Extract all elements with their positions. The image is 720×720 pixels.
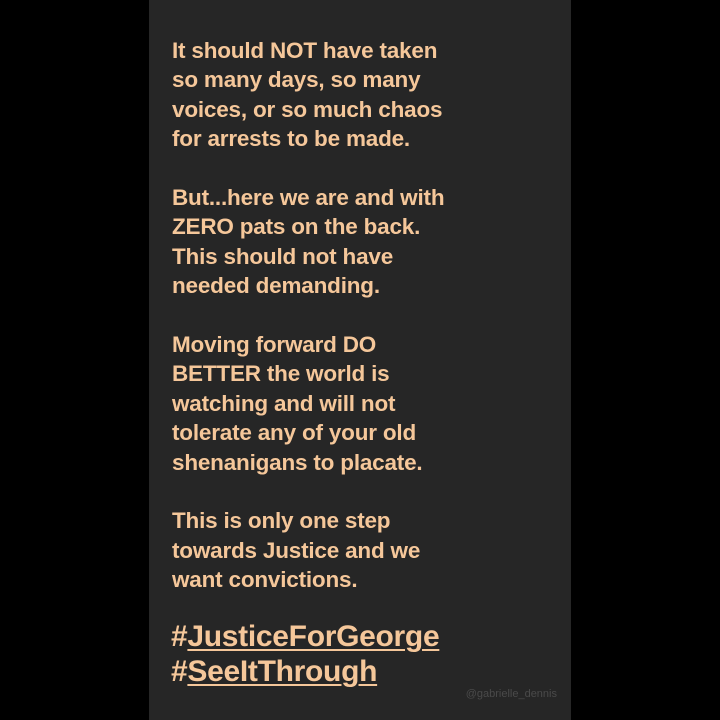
text-line: voices, or so much chaos [172, 96, 443, 122]
text-line: needed demanding. [172, 273, 380, 299]
text-line: for arrests to be made. [172, 126, 410, 152]
text-line: so many days, so many [172, 67, 421, 93]
story-panel: It should NOT have taken so many days, s… [149, 0, 571, 720]
text-line: This should not have [172, 243, 394, 269]
author-watermark: @gabrielle_dennis [465, 688, 557, 700]
paragraph-4: This is only one step towards Justice an… [172, 506, 562, 594]
text-line: BETTER the world is [172, 361, 390, 387]
paragraph-2: But...here we are and with ZERO pats on … [172, 183, 562, 301]
hashtag-seeitthrough[interactable]: #SeeItThrough [171, 654, 439, 689]
text-line: It should NOT have taken [172, 38, 438, 63]
text-line: want convictions. [172, 567, 358, 593]
text-line: But...here we are and with [172, 185, 445, 211]
hashtag-word: JusticeForGeorge [187, 620, 440, 653]
paragraph-1: It should NOT have taken so many days, s… [172, 36, 562, 154]
text-line: watching and will not [172, 390, 396, 416]
text-line: This is only one step [172, 508, 391, 534]
text-line: tolerate any of your old [172, 420, 416, 446]
hash-symbol: # [171, 620, 188, 653]
paragraph-3: Moving forward DO BETTER the world is wa… [172, 330, 562, 477]
text-line: Moving forward DO [172, 332, 377, 358]
hashtag-justiceforgeorge[interactable]: #JusticeForGeorge [171, 619, 440, 654]
text-line: towards Justice and we [172, 537, 421, 563]
hashtag-list: #JusticeForGeorge #SeeItThrough [171, 619, 440, 689]
post-text: It should NOT have taken so many days, s… [172, 36, 562, 624]
text-line: ZERO pats on the back. [172, 214, 421, 240]
hashtag-word: SeeItThrough [187, 655, 378, 688]
hash-symbol: # [171, 655, 188, 688]
text-line: shenanigans to placate. [172, 449, 423, 475]
